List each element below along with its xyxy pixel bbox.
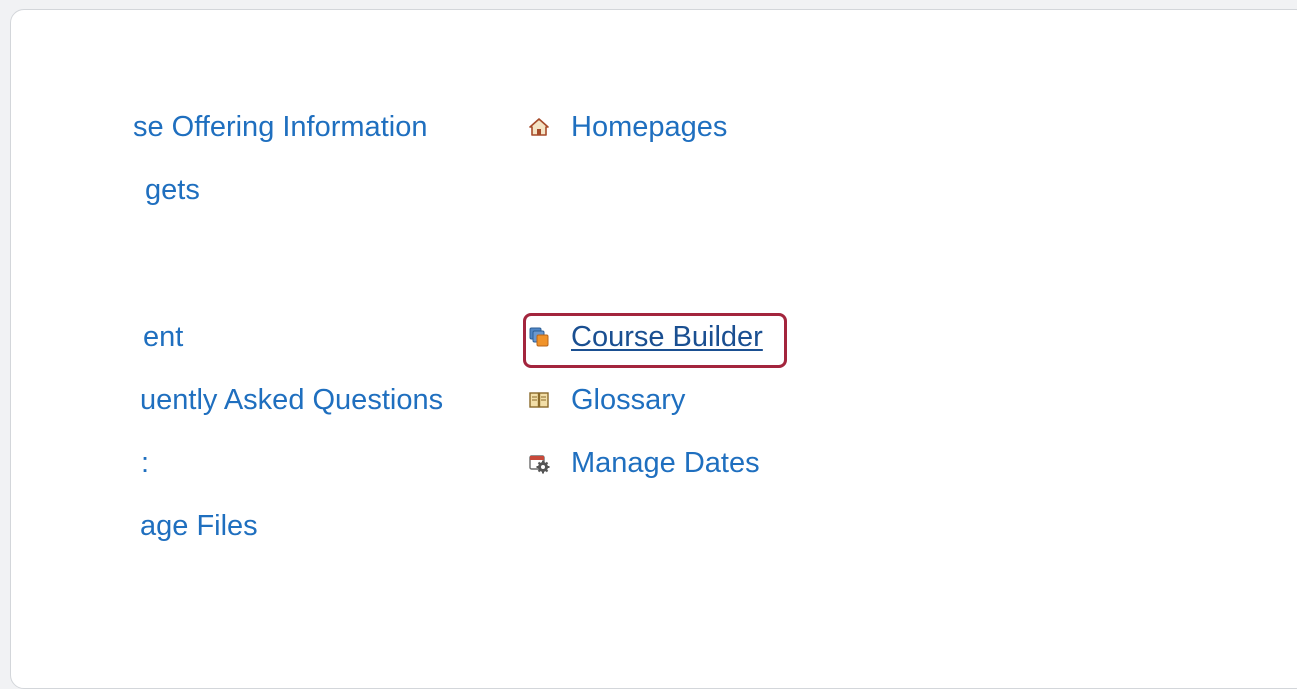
tools-card: se Offering Information gets ent uently … xyxy=(10,9,1297,689)
manage-dates-item[interactable]: Manage Dates xyxy=(528,445,760,481)
homepages-item[interactable]: Homepages xyxy=(528,109,727,145)
link-content[interactable]: ent xyxy=(143,319,183,355)
house-icon xyxy=(529,118,549,136)
book-icon xyxy=(529,392,549,408)
link-manage-dates[interactable]: Manage Dates xyxy=(571,445,760,481)
calendar-gear-icon xyxy=(529,455,550,474)
link-course-offering-information[interactable]: se Offering Information xyxy=(133,109,427,145)
link-homepages[interactable]: Homepages xyxy=(571,109,727,145)
glossary-item[interactable]: Glossary xyxy=(528,382,685,418)
left-column: se Offering Information gets ent uently … xyxy=(11,10,491,688)
link-frequently-asked-questions[interactable]: uently Asked Questions xyxy=(140,382,443,418)
link-clipped-item[interactable]: : xyxy=(141,445,149,481)
link-widgets[interactable]: gets xyxy=(145,172,200,208)
link-manage-files[interactable]: age Files xyxy=(140,508,258,544)
link-glossary[interactable]: Glossary xyxy=(571,382,685,418)
course-builder-highlight xyxy=(523,313,787,368)
